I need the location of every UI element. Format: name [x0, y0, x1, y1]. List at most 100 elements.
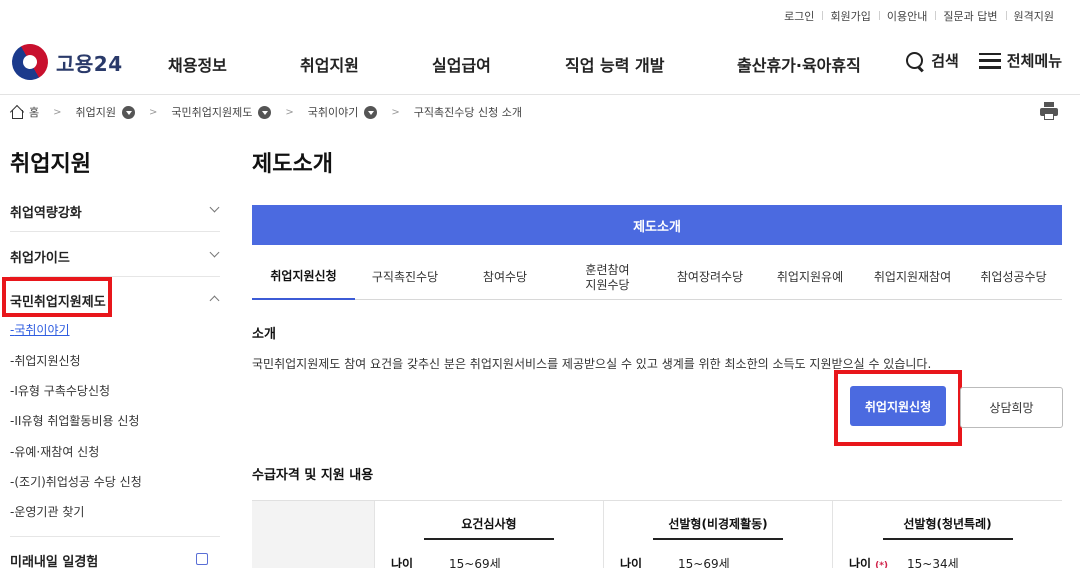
nav-jobs[interactable]: 채용정보: [168, 52, 227, 76]
intro-heading: 소개: [252, 327, 276, 342]
sidebar-sub-item[interactable]: -유예·재참여 신청: [10, 443, 99, 460]
table-column-header: 선발형(비경제활동): [668, 517, 768, 531]
sidebar-sub-label: 국취이야기: [14, 323, 70, 337]
search-button[interactable]: 검색: [905, 50, 959, 71]
tab-support-rejoin[interactable]: 취업지원재참여: [860, 255, 965, 300]
nav-employment-support[interactable]: 취업지원: [300, 52, 359, 76]
hamburger-menu-icon: [978, 52, 1001, 69]
remote-support-link[interactable]: 원격지원: [1005, 8, 1062, 24]
sidebar-sub-label: 취업지원신청: [14, 354, 81, 368]
tab-incentive-allowance[interactable]: 참여장려수당: [660, 255, 760, 300]
qna-link[interactable]: 질문과 답변: [935, 8, 1005, 24]
tab-job-seeking-allowance[interactable]: 구직촉진수당: [355, 255, 455, 300]
sidebar-section-label: 국민취업지원제도: [10, 295, 106, 310]
breadcrumb-home[interactable]: 홈: [10, 104, 39, 120]
breadcrumb: 홈 > 취업지원 > 국민취업지원제도 > 국취이야기 > 구직촉진수당 신청 …: [10, 104, 522, 120]
sidebar-sub-label: 유예·재참여 신청: [14, 445, 100, 459]
sidebar-section-guide[interactable]: 취업가이드: [10, 247, 220, 266]
sidebar-section-label: 취업가이드: [10, 251, 70, 266]
table-cell: 15~34세: [907, 557, 959, 568]
table-row-header-column: [252, 501, 374, 568]
sidebar-title: 취업지원: [10, 152, 91, 177]
tab-employment-support-apply[interactable]: 취업지원신청: [252, 255, 355, 300]
eligibility-table: 요건심사형 나이 15~69세 선발형(비경제활동) 나이 15~69세 선발형(청…: [252, 500, 1062, 568]
table-header-underline: [424, 538, 554, 540]
table-row-label: 나이: [620, 557, 643, 568]
table-column: 선발형(청년특례) 나이 (*) 15~34세: [832, 501, 1062, 568]
table-column: 요건심사형 나이 15~69세: [374, 501, 603, 568]
section-tab-bar[interactable]: 제도소개: [252, 205, 1062, 245]
nav-unemployment-benefit[interactable]: 실업급여: [432, 52, 491, 76]
sidebar-sub-label: II유형 취업활동비용 신청: [14, 414, 140, 428]
sidebar-section-future-experience[interactable]: 미래내일 일경험: [10, 551, 220, 568]
nav-parental-leave[interactable]: 출산휴가·육아휴직: [737, 52, 861, 76]
breadcrumb-label: 국민취업지원제도: [171, 106, 253, 119]
breadcrumb-label: 국취이야기: [307, 106, 359, 119]
table-row: 나이 (*) 15~34세: [849, 555, 959, 568]
table-row-label: 나이: [391, 557, 414, 568]
external-link-icon: [196, 553, 208, 565]
page-title: 제도소개: [252, 152, 333, 177]
utility-nav: 로그인 회원가입 이용안내 질문과 답변 원격지원: [776, 8, 1062, 24]
table-row: 나이 15~69세: [391, 555, 501, 568]
tab-success-allowance[interactable]: 취업성공수당: [965, 255, 1062, 300]
sidebar-section-capacity[interactable]: 취업역량강화: [10, 202, 220, 221]
sidebar-sub-label: I유형 구촉수당신청: [14, 384, 111, 398]
highlight-box: 취업지원신청: [834, 370, 962, 446]
nav-skills-development[interactable]: 직업 능력 개발: [565, 52, 664, 76]
chevron-up-icon: [209, 295, 220, 306]
search-label: 검색: [931, 52, 959, 70]
header-divider: [0, 94, 1080, 95]
tab-support-deferral[interactable]: 취업지원유예: [760, 255, 860, 300]
table-column: 선발형(비경제활동) 나이 15~69세: [603, 501, 832, 568]
taegeuk-logo-icon: [5, 37, 55, 87]
sidebar-sub-item[interactable]: -취업지원신청: [10, 352, 81, 369]
search-icon: [905, 51, 925, 71]
breadcrumb-label: 취업지원: [75, 106, 116, 119]
header-tools: 검색 전체메뉴: [885, 50, 1062, 71]
breadcrumb-separator-icon: >: [53, 106, 62, 118]
signup-link[interactable]: 회원가입: [822, 8, 878, 24]
sidebar-sub-item[interactable]: -(조기)취업성공 수당 신청: [10, 473, 142, 490]
note-marker: (*): [875, 561, 889, 568]
login-link[interactable]: 로그인: [776, 8, 822, 24]
table-cell: 15~69세: [449, 557, 501, 568]
site-header: 고용24 채용정보 취업지원 실업급여 직업 능력 개발 출산휴가·육아휴직 검…: [0, 36, 1080, 94]
tab-training-allowance[interactable]: 훈련참여 지원수당: [555, 255, 660, 300]
sidebar-sub-item[interactable]: -국취이야기: [10, 321, 70, 338]
sidebar-divider: [10, 231, 220, 232]
sidebar-sub-label: 운영기관 찾기: [14, 505, 85, 519]
logo-text: 고용24: [56, 51, 123, 76]
sidebar-sub-label: (조기)취업성공 수당 신청: [14, 475, 142, 489]
table-column-header: 선발형(청년특례): [903, 517, 992, 531]
apply-support-button[interactable]: 취업지원신청: [850, 386, 946, 426]
sidebar-section-label: 미래내일 일경험: [10, 555, 99, 568]
dropdown-icon[interactable]: [364, 105, 378, 119]
table-row-label: 나이 (*): [849, 555, 907, 568]
guide-link[interactable]: 이용안내: [878, 8, 935, 24]
table-cell: 15~69세: [678, 557, 730, 568]
sidebar-section-label: 취업역량강화: [10, 206, 82, 221]
breadcrumb-item[interactable]: 국취이야기: [308, 104, 378, 120]
section-tab-label: 제도소개: [633, 219, 681, 235]
sidebar-sub-item[interactable]: -운영기관 찾기: [10, 503, 84, 520]
site-logo[interactable]: 고용24: [5, 37, 123, 87]
sidebar-sub-item[interactable]: -I유형 구촉수당신청: [10, 382, 110, 399]
all-menu-label: 전체메뉴: [1006, 52, 1062, 70]
dropdown-icon[interactable]: [122, 105, 135, 119]
chevron-down-icon: [209, 247, 220, 258]
breadcrumb-separator-icon: >: [285, 106, 294, 118]
consultation-button[interactable]: 상담희망: [960, 387, 1063, 428]
breadcrumb-home-label: 홈: [29, 106, 40, 119]
table-column-header: 요건심사형: [461, 517, 517, 531]
breadcrumb-separator-icon: >: [391, 106, 400, 118]
breadcrumb-item[interactable]: 취업지원: [76, 104, 135, 120]
tab-participation-allowance[interactable]: 참여수당: [455, 255, 555, 300]
dropdown-icon[interactable]: [258, 105, 272, 119]
breadcrumb-item[interactable]: 국민취업지원제도: [171, 104, 272, 120]
sidebar-sub-item[interactable]: -II유형 취업활동비용 신청: [10, 412, 139, 429]
all-menu-button[interactable]: 전체메뉴: [978, 50, 1062, 71]
sidebar-section-national-support[interactable]: 국민취업지원제도: [10, 291, 220, 310]
intro-text: 국민취업지원제도 참여 요건을 갖추신 분은 취업지원서비스를 제공받으실 수 …: [252, 357, 932, 371]
print-icon[interactable]: [1040, 102, 1058, 120]
